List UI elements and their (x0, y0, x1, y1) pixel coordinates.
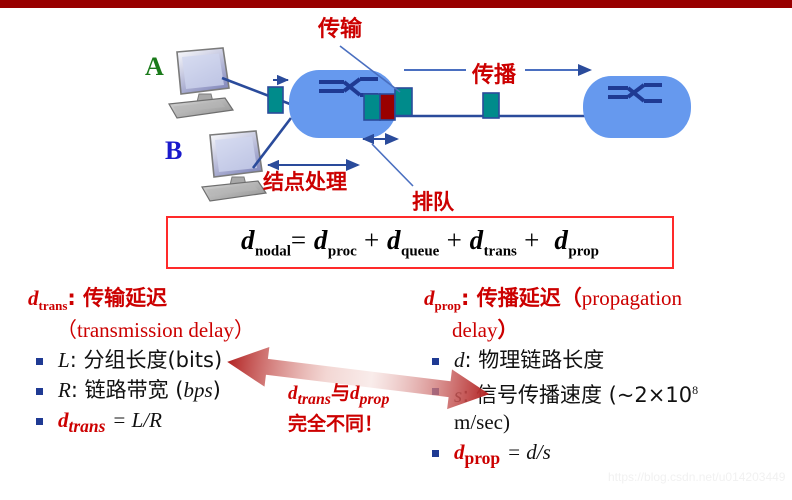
propagation-delay-heading: dprop: 传播延迟（propagation delay） (424, 286, 784, 343)
note-var-dtrans: d (288, 383, 298, 404)
host-a-label: A (145, 52, 164, 81)
formula-plus-1: + (446, 224, 463, 255)
formula-term-1-sub: queue (400, 243, 440, 260)
unit-bps: bps (183, 378, 213, 403)
bullet-square-icon (36, 358, 43, 366)
formula-term-1-var: d (386, 224, 401, 255)
dtrans-var: d (58, 408, 69, 433)
dtrans-rhs: = L/R (112, 408, 162, 433)
diagram-svg (168, 45, 691, 202)
var-L: L (58, 348, 70, 373)
dtrans-sub: trans (68, 416, 106, 437)
transmitting-packet (394, 87, 413, 117)
label-queueing: 排队 (412, 190, 454, 214)
formula-term-2-var: d (469, 224, 484, 255)
label-transmission: 传输 (318, 17, 363, 42)
queued-packet-1 (363, 93, 381, 121)
nodal-delay-formula: dnodal= dproc + dqueue + dtrans + dprop (241, 225, 599, 260)
source-watermark: https://blog.csdn.net/u014203449 (608, 470, 786, 484)
transmission-delay-heading: dtrans: 传输延迟 （transmission delay） (28, 286, 418, 343)
nodal-delay-formula-box: dnodal= dproc + dqueue + dtrans + dprop (166, 216, 674, 269)
dprop-var: d (454, 440, 465, 465)
in-flight-packet (482, 92, 500, 119)
formula-plus-2: + (524, 224, 540, 255)
note-sub-prop: prop (359, 390, 390, 408)
note-conjunction: 与 (330, 382, 350, 404)
formula-term-0-var: d (313, 224, 328, 255)
heading-en-propagation-1: propagation (581, 286, 683, 310)
label-propagation: 传播 (472, 63, 517, 88)
bullet-link-bandwidth-prefix: : 链路带宽 ( (70, 378, 184, 403)
note-sub-trans: trans (297, 390, 331, 408)
queued-packet-2 (379, 93, 396, 121)
heading-var-dtrans: d (28, 286, 39, 310)
formula-lhs-sub: nodal (255, 243, 291, 260)
slide-top-accent-bar (0, 0, 792, 8)
label-nodal-processing: 结点处理 (263, 170, 347, 194)
bullet-square-icon (36, 418, 43, 426)
formula-plus-0: + (364, 224, 380, 255)
bullet-square-icon (36, 388, 43, 396)
bullet-square-icon (432, 450, 439, 458)
formula-equals: = (290, 224, 307, 255)
heading-cn-propagation: : 传播延迟（ (461, 286, 582, 310)
heading-en-propagation-2: delay (452, 318, 498, 343)
formula-term-0-sub: proc (327, 243, 357, 260)
formula-term-3-var: d (554, 224, 569, 255)
bullet-dprop-formula: dprop = d/s (424, 439, 784, 472)
host-b-computer-icon (201, 130, 268, 202)
var-R: R (58, 378, 71, 403)
heading-cn-transmission: : 传输延迟 (67, 286, 168, 310)
router-cloud-right (583, 76, 691, 138)
note-line-2: 完全不同！ (288, 412, 384, 435)
heading-var-dprop: d (424, 286, 435, 310)
slide-canvas: A B 传输 传播 结点处理 排队 dnodal= dproc + dqueue… (0, 0, 792, 500)
link-b-to-router (251, 117, 293, 169)
formula-term-2-sub: trans (483, 243, 517, 260)
incoming-packet-block (267, 86, 284, 114)
dprop-sub: prop (464, 448, 501, 469)
comparison-note: dtrans与dprop 完全不同！ (288, 381, 518, 436)
bullet-packet-length-text: : 分组长度(bits) (69, 348, 223, 373)
heading-close-paren: ） (497, 318, 519, 343)
network-delay-diagram: A B 传输 传播 结点处理 排队 (0, 8, 792, 214)
exponent-8: 8 (692, 383, 699, 398)
heading-sub-trans: trans (38, 298, 68, 314)
host-b-label: B (165, 136, 183, 165)
dprop-rhs: = d/s (506, 440, 551, 465)
formula-term-3-sub: prop (568, 243, 599, 260)
formula-lhs-var: d (241, 224, 256, 255)
heading-sub-prop: prop (434, 298, 462, 314)
queueing-leader-line (371, 143, 414, 187)
host-a-computer-icon (168, 47, 235, 119)
